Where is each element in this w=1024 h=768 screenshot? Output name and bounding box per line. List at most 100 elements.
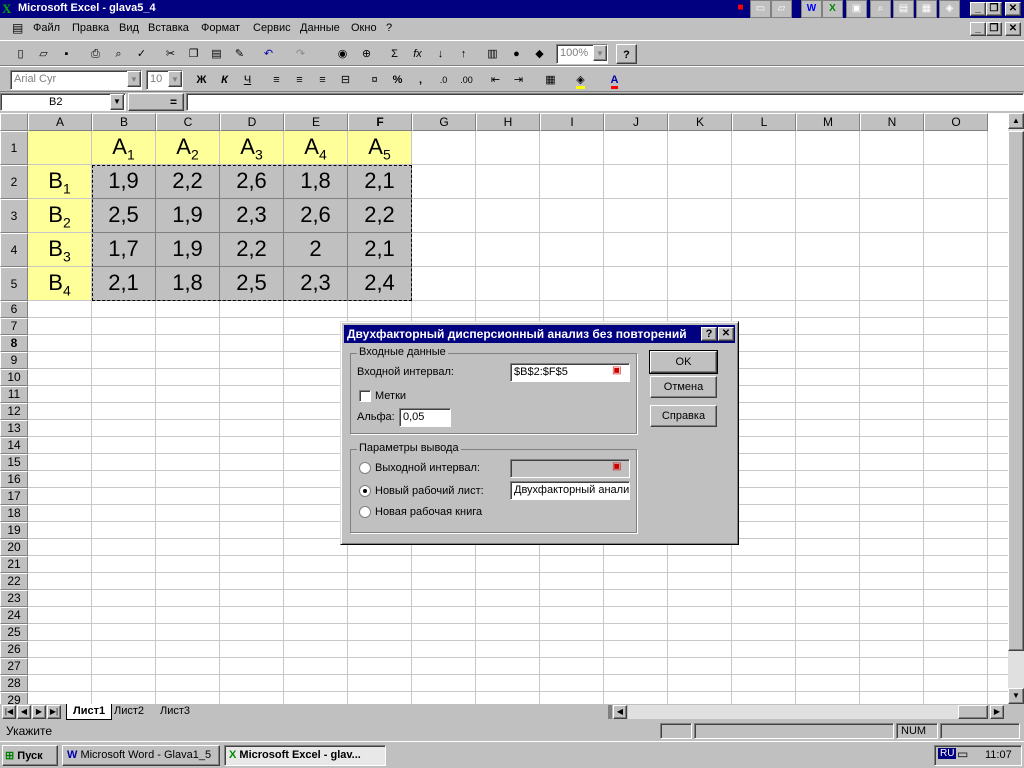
scroll-right-icon[interactable]: ▶ — [990, 705, 1004, 719]
row-header[interactable]: 6 — [0, 301, 28, 318]
data-cell[interactable]: 2,1 — [348, 233, 412, 267]
menu-file[interactable]: Файл — [33, 22, 60, 34]
word-icon[interactable]: W — [801, 0, 822, 18]
format-painter-icon[interactable]: ✎ — [229, 44, 250, 64]
data-cell[interactable]: 2,5 — [92, 199, 156, 233]
column-header[interactable]: K — [668, 113, 732, 131]
paste-icon[interactable]: ▤ — [206, 44, 227, 64]
help-assistant-icon[interactable]: ? — [616, 44, 637, 64]
column-header[interactable]: L — [732, 113, 796, 131]
taskbar-excel-button[interactable]: X Microsoft Excel - glav... — [224, 745, 386, 766]
monitor-icon[interactable]: ▭ — [957, 747, 968, 761]
data-cell[interactable]: 1,9 — [156, 233, 220, 267]
row-header[interactable]: 19 — [0, 522, 28, 539]
tab-split-handle[interactable] — [608, 705, 612, 719]
powerpoint-icon[interactable]: ▣ — [846, 0, 867, 18]
data-cell[interactable]: 1,8 — [156, 267, 220, 301]
menu-insert[interactable]: Вставка — [148, 22, 189, 34]
menu-data[interactable]: Данные — [300, 22, 340, 34]
row-header[interactable]: 3 — [0, 199, 28, 233]
fill-color-icon[interactable]: ◈ — [570, 70, 591, 90]
row-header[interactable]: 21 — [0, 556, 28, 573]
horizontal-scroll-thumb[interactable] — [958, 705, 988, 719]
formula-input[interactable] — [186, 93, 1024, 111]
bold-button[interactable]: Ж — [191, 70, 212, 90]
horizontal-scrollbar[interactable] — [628, 705, 958, 719]
column-header[interactable]: J — [604, 113, 668, 131]
column-header[interactable]: D — [220, 113, 284, 131]
sort-ascending-icon[interactable]: ↓ — [430, 44, 451, 64]
row-header[interactable]: 11 — [0, 386, 28, 403]
minimize-icon[interactable]: _ — [970, 2, 986, 16]
cancel-button[interactable]: Отмена — [650, 376, 717, 398]
data-cell[interactable]: 2,6 — [284, 199, 348, 233]
document-icon[interactable]: ▤ — [12, 21, 23, 35]
alpha-field[interactable]: 0,05 — [399, 408, 451, 427]
close-icon[interactable]: ✕ — [1005, 2, 1021, 16]
data-cell[interactable]: 2,4 — [348, 267, 412, 301]
column-header[interactable]: O — [924, 113, 988, 131]
restore-icon[interactable]: ❐ — [986, 2, 1002, 16]
borders-icon[interactable]: ▦ — [540, 70, 561, 90]
merge-center-icon[interactable]: ⊟ — [335, 70, 356, 90]
spelling-icon[interactable]: ✓ — [131, 44, 152, 64]
row-header[interactable]: 17 — [0, 488, 28, 505]
output-range-radio[interactable] — [359, 462, 371, 474]
align-right-icon[interactable]: ≡ — [312, 70, 333, 90]
italic-button[interactable]: К — [214, 70, 235, 90]
row-header[interactable]: 15 — [0, 454, 28, 471]
menu-help[interactable]: ? — [386, 22, 392, 34]
column-header[interactable]: I — [540, 113, 604, 131]
data-cell[interactable]: 2,1 — [92, 267, 156, 301]
row-header[interactable]: 7 — [0, 318, 28, 335]
font-combo[interactable]: Arial Cyr ▼ — [10, 70, 142, 90]
comma-button[interactable]: , — [410, 70, 431, 90]
factor-a-header[interactable]: A2 — [156, 131, 220, 165]
menu-tools[interactable]: Сервис — [253, 22, 291, 34]
column-header[interactable]: E — [284, 113, 348, 131]
row-header[interactable]: 22 — [0, 573, 28, 590]
percent-button[interactable]: % — [387, 70, 408, 90]
open-icon[interactable]: ▱ — [33, 44, 54, 64]
data-cell[interactable]: 2,3 — [220, 199, 284, 233]
row-header[interactable]: 20 — [0, 539, 28, 556]
scroll-left-icon[interactable]: ◀ — [613, 705, 627, 719]
zoom-combo[interactable]: 100% ▼ — [556, 44, 608, 64]
row-header[interactable]: 5 — [0, 267, 28, 301]
factor-a-header[interactable]: A1 — [92, 131, 156, 165]
data-cell[interactable]: 2,2 — [348, 199, 412, 233]
row-header[interactable]: 9 — [0, 352, 28, 369]
web-toolbar-icon[interactable]: ⊕ — [356, 44, 377, 64]
taskbar-word-button[interactable]: W Microsoft Word - Glava1_5 — [62, 745, 220, 766]
print-icon[interactable]: ⎙ — [85, 44, 106, 64]
corner-cell[interactable] — [28, 131, 92, 165]
function-icon[interactable]: fx — [407, 44, 428, 64]
equals-sign[interactable]: = — [170, 95, 177, 109]
row-header[interactable]: 24 — [0, 607, 28, 624]
redo-icon[interactable]: ↷ — [290, 44, 311, 64]
prev-sheet-icon[interactable]: ◀ — [17, 705, 31, 719]
column-header[interactable]: A — [28, 113, 92, 131]
chevron-down-icon[interactable]: ▼ — [127, 71, 141, 87]
copy-icon[interactable]: ❐ — [183, 44, 204, 64]
tab-sheet1[interactable]: Лист1 — [66, 704, 113, 720]
menu-window[interactable]: Окно — [351, 22, 377, 34]
scroll-down-icon[interactable]: ▼ — [1008, 688, 1024, 704]
align-left-icon[interactable]: ≡ — [266, 70, 287, 90]
decrease-decimal-icon[interactable]: .00 — [456, 70, 477, 90]
scroll-up-icon[interactable]: ▲ — [1008, 113, 1024, 129]
calendar-icon[interactable]: ▤ — [893, 0, 914, 18]
factor-b-header[interactable]: B2 — [28, 199, 92, 233]
start-button[interactable]: ⊞ Пуск — [2, 745, 58, 766]
tab-sheet2[interactable]: Лист2 — [114, 705, 144, 717]
increase-indent-icon[interactable]: ⇥ — [508, 70, 529, 90]
factor-a-header[interactable]: A4 — [284, 131, 348, 165]
autosum-icon[interactable]: Σ — [384, 44, 405, 64]
calculator-icon[interactable]: ▦ — [916, 0, 937, 18]
data-cell[interactable]: 2,5 — [220, 267, 284, 301]
next-sheet-icon[interactable]: ▶ — [32, 705, 46, 719]
row-header[interactable]: 29 — [0, 692, 28, 704]
new-sheet-field[interactable]: Двухфакторный анализ — [510, 481, 630, 500]
font-color-icon[interactable]: A — [604, 70, 625, 90]
map-icon[interactable]: ● — [506, 44, 527, 64]
